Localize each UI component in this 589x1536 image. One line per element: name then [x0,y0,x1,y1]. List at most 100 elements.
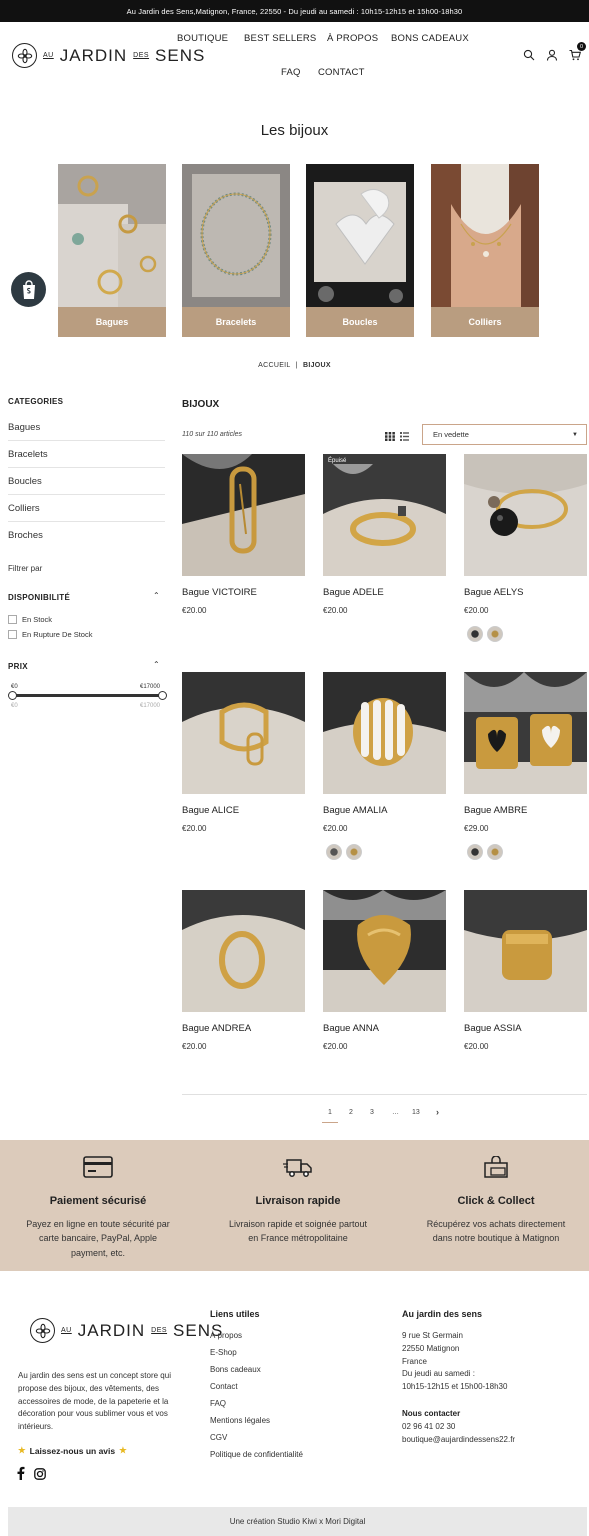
color-swatch[interactable] [467,626,483,642]
next-page-arrow-icon[interactable]: › [436,1107,439,1117]
nav-faq[interactable]: FAQ [281,67,301,78]
list-view-icon[interactable] [400,428,409,446]
filter-in-stock[interactable]: En Stock [8,615,52,624]
chevron-up-icon[interactable]: ⌃ [153,591,160,600]
product-image-ambre[interactable] [464,672,587,794]
contact-phone[interactable]: 02 96 41 02 30 [402,1422,455,1431]
product-image-aelys[interactable] [464,454,587,576]
product-name-amalia[interactable]: Bague AMALIA [323,805,387,816]
collection-image-boucles [306,164,414,307]
sort-select[interactable]: En vedette ▼ [422,424,587,445]
filter-out-of-stock[interactable]: En Rupture De Stock [8,630,92,639]
nav-contact[interactable]: CONTACT [318,67,365,78]
nav-a-propos[interactable]: À PROPOS [327,33,378,44]
collection-tile-colliers[interactable]: Colliers [431,164,539,337]
site-logo[interactable]: AU JARDIN DES SENS [12,43,205,68]
checkbox-out-of-stock[interactable] [8,630,17,639]
pagination-divider [182,1094,587,1095]
logo-word-sens: SENS [155,45,206,65]
page-3[interactable]: 3 [370,1109,374,1116]
collection-tile-boucles[interactable]: Boucles [306,164,414,337]
search-icon[interactable] [523,48,535,61]
collection-image-bracelets [182,164,290,307]
product-image-amalia[interactable] [323,672,446,794]
product-name-adele[interactable]: Bague ADELE [323,587,384,598]
feature-description: Livraison rapide et soignée partout en Fr… [228,1219,368,1244]
grid-view-icon[interactable] [385,428,395,446]
checkbox-in-stock[interactable] [8,615,17,624]
category-link-bracelets[interactable]: Bracelets [8,441,165,468]
price-slider-track[interactable] [12,694,162,697]
category-link-broches[interactable]: Broches [8,522,165,549]
cart-count-badge: 0 [577,42,586,51]
availability-filter-toggle[interactable]: DISPONIBILITÉ [8,593,70,602]
nav-best-sellers[interactable]: BEST SELLERS [244,33,316,44]
flower-logo-icon [30,1318,55,1343]
nav-bons-cadeaux[interactable]: BONS CADEAUX [391,33,469,44]
footer-link-mentions-legales[interactable]: Mentions légales [210,1416,270,1425]
logo-word-des: DES [133,52,150,59]
leave-review-label: Laissez-nous un avis [29,1445,116,1456]
color-swatch[interactable] [346,844,362,860]
account-icon[interactable] [546,48,558,61]
category-link-bagues[interactable]: Bagues [8,414,165,441]
collection-tile-bagues[interactable]: Bagues [58,164,166,337]
product-image-adele[interactable]: Épuisé [323,454,446,576]
product-image-anna[interactable] [323,890,446,1012]
product-name-assia[interactable]: Bague ASSIA [464,1023,522,1034]
footer-link-bons-cadeaux[interactable]: Bons cadeaux [210,1365,261,1374]
product-image-victoire[interactable] [182,454,305,576]
footer-link-confidentialite[interactable]: Politique de confidentialité [210,1450,303,1459]
page-13[interactable]: 13 [412,1109,420,1116]
category-link-colliers[interactable]: Colliers [8,495,165,522]
product-name-victoire[interactable]: Bague VICTOIRE [182,587,257,598]
price-min-input[interactable]: €0 [11,703,18,709]
product-image-alice[interactable] [182,672,305,794]
footer-link-cgv[interactable]: CGV [210,1433,227,1442]
contact-email[interactable]: boutique@aujardindessens22.fr [402,1435,515,1444]
color-swatch[interactable] [467,844,483,860]
price-filter-toggle[interactable]: PRIX [8,662,28,671]
product-image-andrea[interactable] [182,890,305,1012]
price-slider-max-handle[interactable] [158,691,167,700]
logo-word-jardin: JARDIN [59,45,128,65]
footer-link-a-propos[interactable]: À propos [210,1331,242,1340]
chevron-up-icon[interactable]: ⌃ [153,660,160,669]
footer-link-faq[interactable]: FAQ [210,1399,226,1408]
facebook-icon[interactable] [16,1466,25,1485]
footer-logo[interactable]: AU JARDIN DES SENS [30,1318,223,1343]
collection-image-colliers [431,164,539,307]
product-name-aelys[interactable]: Bague AELYS [464,587,524,598]
page-2[interactable]: 2 [349,1109,353,1116]
logo-word-des: DES [151,1327,168,1334]
price-max-input[interactable]: €17000 [140,703,160,709]
product-name-anna[interactable]: Bague ANNA [323,1023,379,1034]
leave-review-link[interactable]: ★ Laissez-nous un avis ★ [18,1445,127,1456]
color-swatch[interactable] [487,626,503,642]
product-name-andrea[interactable]: Bague ANDREA [182,1023,251,1034]
cart-icon[interactable]: 0 [569,42,586,61]
page-1[interactable]: 1 [328,1109,332,1116]
color-swatch[interactable] [326,844,342,860]
footer-link-eshop[interactable]: E-Shop [210,1348,237,1357]
shopify-bag-button[interactable] [11,272,46,307]
store-heading: Au jardin des sens [402,1309,483,1319]
price-slider-min-handle[interactable] [8,691,17,700]
flower-logo-icon [12,43,37,68]
instagram-icon[interactable] [34,1467,46,1485]
breadcrumb-home[interactable]: ACCUEIL [258,362,290,369]
collection-label-bagues: Bagues [58,307,166,337]
product-count: 110 sur 110 articles [182,431,243,438]
page-title: Les bijoux [260,122,329,139]
color-swatch[interactable] [487,844,503,860]
product-image-assia[interactable] [464,890,587,1012]
filter-out-of-stock-label: En Rupture De Stock [22,630,93,639]
footer-link-contact[interactable]: Contact [210,1382,238,1391]
product-name-alice[interactable]: Bague ALICE [182,805,239,816]
filter-in-stock-label: En Stock [22,615,53,624]
nav-boutique[interactable]: BOUTIQUE [177,33,228,44]
product-price-amalia: €20.00 [323,824,348,833]
product-name-ambre[interactable]: Bague AMBRE [464,805,527,816]
collection-tile-bracelets[interactable]: Bracelets [182,164,290,337]
category-link-boucles[interactable]: Boucles [8,468,165,495]
